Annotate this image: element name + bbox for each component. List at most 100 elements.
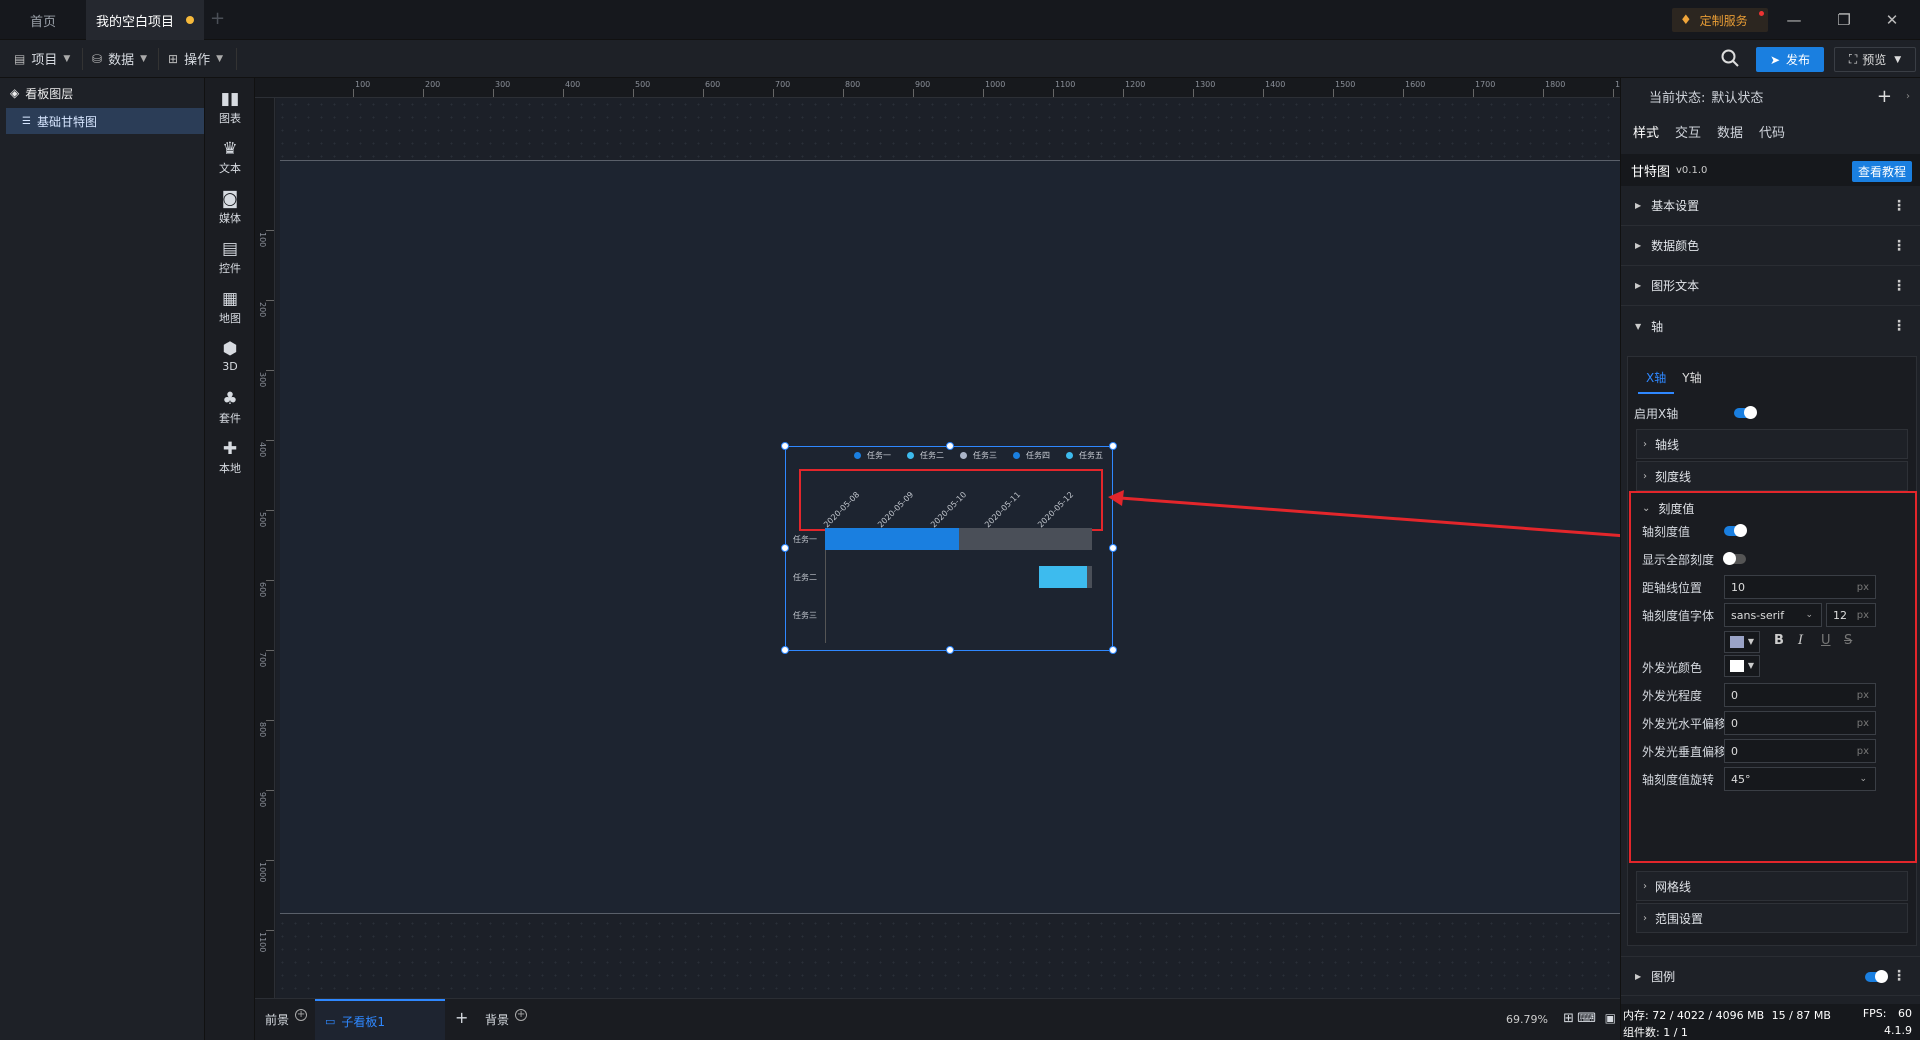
- section-graphic-text[interactable]: ▶ 图形文本 ⋮: [1621, 266, 1920, 306]
- chevron-down-icon: ⌄: [1805, 610, 1813, 620]
- terminal-icon[interactable]: ▣: [1605, 1011, 1616, 1025]
- section-data-color[interactable]: ▶ 数据颜色 ⋮: [1621, 226, 1920, 266]
- legend-item[interactable]: 任务五: [1066, 450, 1103, 461]
- resize-handle[interactable]: [1109, 442, 1117, 450]
- tool-text[interactable]: ♛ 文本: [205, 140, 255, 176]
- add-board-icon[interactable]: +: [455, 1008, 468, 1027]
- tab-style[interactable]: 样式: [1633, 122, 1659, 141]
- more-icon[interactable]: ⋮: [1892, 278, 1906, 294]
- glow-color-picker[interactable]: ▼: [1724, 655, 1760, 677]
- search-icon[interactable]: [1720, 48, 1742, 70]
- layers-header: ◈ 看板图层: [10, 86, 74, 101]
- more-icon[interactable]: ⋮: [1892, 968, 1906, 984]
- underline-icon[interactable]: U: [1821, 633, 1831, 648]
- foreground-tab[interactable]: 前景 +: [265, 1008, 308, 1028]
- glow-level-input[interactable]: 0 px: [1724, 683, 1876, 707]
- resize-handle[interactable]: [946, 442, 954, 450]
- subsection-axis-line[interactable]: › 轴线: [1636, 429, 1908, 459]
- tool-3d[interactable]: ⬢ 3D: [205, 340, 255, 373]
- preview-button[interactable]: ⛶ 预览 ▼: [1834, 47, 1916, 72]
- new-tab-icon[interactable]: +: [210, 8, 225, 29]
- subsection-range[interactable]: › 范围设置: [1636, 903, 1908, 933]
- ruler-tick-label: 200: [425, 80, 441, 89]
- subboard-tab[interactable]: ▭ 子看板1: [315, 999, 445, 1040]
- ruler-tick-mark: [1123, 89, 1124, 97]
- menu-project[interactable]: ▤ 项目 ▼: [14, 49, 70, 69]
- zoom-level[interactable]: 69.79%: [1506, 1013, 1548, 1026]
- resize-handle[interactable]: [781, 442, 789, 450]
- custom-service-button[interactable]: ♦ 定制服务: [1672, 8, 1768, 32]
- legend-item[interactable]: 任务二: [907, 450, 944, 461]
- more-icon[interactable]: ⋮: [1892, 238, 1906, 254]
- subsection-grid-line[interactable]: › 网格线: [1636, 871, 1908, 901]
- caret-right-icon: ▶: [1635, 281, 1642, 290]
- more-icon[interactable]: ⋮: [1892, 318, 1906, 334]
- background-tab[interactable]: 背景 +: [485, 1008, 528, 1028]
- legend-item[interactable]: 任务三: [960, 450, 997, 461]
- tab-y-axis[interactable]: Y轴: [1674, 363, 1709, 394]
- bold-icon[interactable]: B: [1774, 633, 1784, 648]
- subsection-tick-value[interactable]: ⌄ 刻度值: [1636, 493, 1908, 523]
- tab-code[interactable]: 代码: [1759, 122, 1785, 141]
- enable-x-axis-toggle[interactable]: [1734, 406, 1757, 419]
- tab-data[interactable]: 数据: [1717, 122, 1743, 141]
- file-icon: ▤: [14, 51, 26, 66]
- subsection-tick-line[interactable]: › 刻度线: [1636, 461, 1908, 491]
- gantt-bar-remaining[interactable]: [1086, 566, 1092, 588]
- gantt-chart-widget[interactable]: 任务一 任务二 任务三 任务四 任务五 2020-05-08 2020-05-09 2020…: [781, 442, 1117, 654]
- section-basic[interactable]: ▶ 基本设置 ⋮: [1621, 186, 1920, 226]
- axis-tick-value-toggle[interactable]: [1724, 524, 1747, 537]
- tool-local[interactable]: ✚ 本地: [205, 440, 255, 476]
- section-legend[interactable]: ▶ 图例 ⋮: [1621, 956, 1920, 996]
- tool-control[interactable]: ▤ 控件: [205, 240, 255, 276]
- resize-handle[interactable]: [781, 646, 789, 654]
- close-icon[interactable]: ✕: [1880, 8, 1904, 32]
- publish-button[interactable]: ➤ 发布: [1756, 47, 1824, 72]
- add-circle-icon[interactable]: +: [295, 1008, 308, 1021]
- layer-item-gantt[interactable]: ☰ 基础甘特图: [6, 108, 204, 134]
- minimize-icon[interactable]: —: [1782, 8, 1806, 32]
- italic-icon[interactable]: I: [1798, 633, 1803, 648]
- rotate-select[interactable]: 45° ⌄: [1724, 767, 1876, 791]
- tutorial-button[interactable]: 查看教程: [1851, 161, 1912, 182]
- tab-x-axis[interactable]: X轴: [1638, 363, 1675, 394]
- font-size-input[interactable]: 12 px: [1826, 603, 1876, 627]
- chevron-right-icon[interactable]: ›: [1906, 91, 1910, 102]
- title-bar: 首页 我的空白项目 + ♦ 定制服务 — ❐ ✕: [0, 0, 1920, 40]
- menu-operation[interactable]: ⊞ 操作 ▼: [168, 49, 223, 69]
- tool-map[interactable]: ▦ 地图: [205, 290, 255, 326]
- font-color-picker[interactable]: ▼: [1724, 631, 1760, 653]
- resize-handle[interactable]: [1109, 646, 1117, 654]
- tool-media[interactable]: ◙ 媒体: [205, 190, 255, 226]
- tab-project[interactable]: 我的空白项目: [86, 0, 204, 40]
- legend-toggle[interactable]: [1865, 970, 1888, 983]
- keyboard-icon[interactable]: ⌨: [1577, 1011, 1596, 1026]
- legend-item[interactable]: 任务四: [1013, 450, 1050, 461]
- glow-h-offset-input[interactable]: 0 px: [1724, 711, 1876, 735]
- menu-data[interactable]: ⛁ 数据 ▼: [92, 49, 147, 69]
- resize-handle[interactable]: [946, 646, 954, 654]
- font-family-select[interactable]: sans-serif ⌄: [1724, 603, 1822, 627]
- tool-chart[interactable]: ▮▮ 图表: [205, 90, 255, 126]
- legend-item[interactable]: 任务一: [854, 450, 891, 461]
- add-circle-icon[interactable]: +: [515, 1008, 528, 1021]
- tab-home[interactable]: 首页: [0, 0, 86, 40]
- resize-handle[interactable]: [781, 544, 789, 552]
- glow-v-offset-input[interactable]: 0 px: [1724, 739, 1876, 763]
- gantt-bar-progress[interactable]: [825, 528, 959, 550]
- fit-screen-icon[interactable]: ⊞: [1563, 1011, 1574, 1026]
- gantt-bar-remaining[interactable]: [958, 528, 1092, 550]
- show-all-ticks-toggle[interactable]: [1723, 552, 1746, 565]
- legend-label: 任务四: [1026, 451, 1050, 460]
- distance-input[interactable]: 10 px: [1724, 575, 1876, 599]
- section-axis[interactable]: ▼ 轴 ⋮: [1621, 306, 1920, 346]
- tab-interaction[interactable]: 交互: [1675, 122, 1701, 141]
- restore-icon[interactable]: ❐: [1832, 8, 1856, 32]
- tool-kit[interactable]: ♣ 套件: [205, 390, 255, 426]
- gantt-bar-progress[interactable]: [1038, 566, 1087, 588]
- ruler-tick-mark: [266, 440, 274, 441]
- strikethrough-icon[interactable]: S: [1844, 633, 1852, 648]
- ruler-tick-label: 1400: [1265, 80, 1286, 89]
- more-icon[interactable]: ⋮: [1892, 198, 1906, 214]
- add-state-icon[interactable]: +: [1877, 86, 1892, 107]
